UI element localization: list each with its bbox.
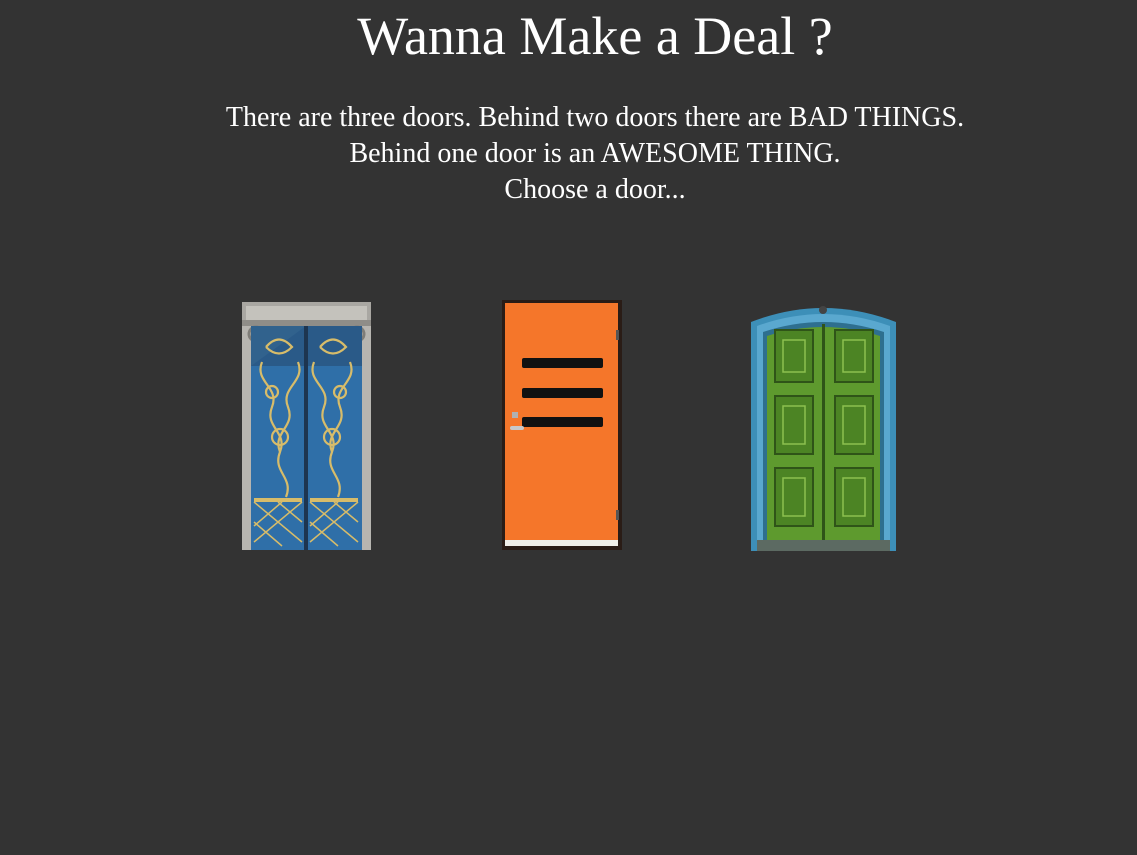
- door-2[interactable]: [502, 300, 622, 550]
- orange-door-icon: [502, 300, 622, 550]
- ornate-blue-door-icon: [242, 302, 371, 550]
- intro-line-3: Choose a door...: [504, 174, 686, 205]
- intro-text: There are three doors. Behind two doors …: [0, 100, 1137, 208]
- page-title: Wanna Make a Deal ?: [357, 6, 833, 66]
- door-1[interactable]: [242, 302, 371, 550]
- intro-line-2: Behind one door is an AWESOME THING.: [349, 138, 841, 169]
- door-3[interactable]: [751, 300, 896, 551]
- intro-line-1: There are three doors. Behind two doors …: [225, 102, 965, 133]
- green-door-icon: [751, 306, 896, 551]
